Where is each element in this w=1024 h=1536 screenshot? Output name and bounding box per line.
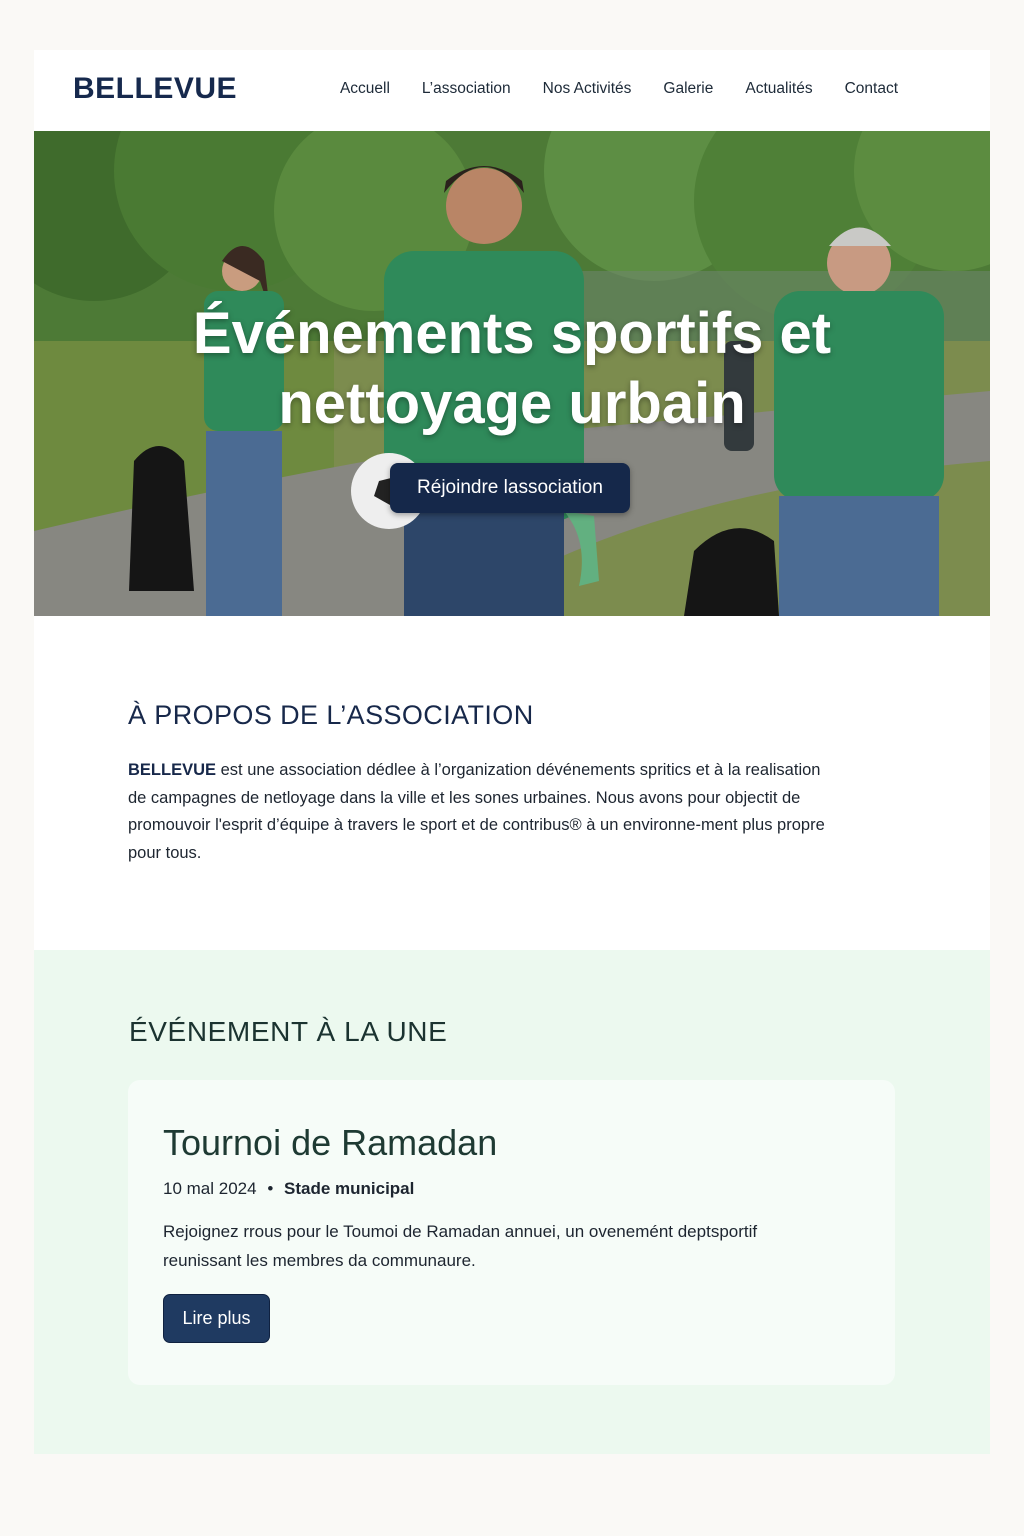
about-text: BELLEVUE est une association dédlee à l’…	[128, 757, 828, 867]
hero-banner: Événements sportifs et nettoyage urbain …	[34, 131, 990, 616]
nav-item-contact[interactable]: Contact	[845, 80, 898, 98]
hero-title: Événements sportifs et nettoyage urbain	[192, 301, 832, 436]
event-location: Stade municipal	[284, 1179, 415, 1198]
about-description: est une association dédlee à l’organizat…	[128, 761, 825, 862]
event-description: Rejoignez rrous pour le Toumoi de Ramada…	[163, 1222, 758, 1270]
nav-item-accueil[interactable]: Accuell	[340, 80, 390, 98]
page-container: BELLEVUE Accuell L’association Nos Activ…	[34, 50, 990, 1454]
event-meta: 10 mal 2024 • Stade municipal	[163, 1179, 414, 1199]
nav-item-activites[interactable]: Nos Activités	[543, 80, 632, 98]
join-association-button[interactable]: Réjoindre lassociation	[390, 463, 630, 513]
site-logo[interactable]: BELLEVUE	[73, 72, 237, 106]
event-date: 10 mal 2024	[163, 1179, 257, 1198]
about-section-title: À PROPOS DE L’ASSOCIATION	[128, 700, 534, 730]
read-more-button[interactable]: Lire plus	[163, 1294, 270, 1343]
site-header: BELLEVUE Accuell L’association Nos Activ…	[34, 50, 990, 131]
main-nav: Accuell L’association Nos Activités Gale…	[340, 80, 898, 98]
nav-item-actualites[interactable]: Actualités	[745, 80, 812, 98]
featured-event-section-title: ÉVÉNEMENT À LA UNE	[129, 1016, 448, 1047]
nav-item-galerie[interactable]: Galerie	[663, 80, 713, 98]
nav-item-association[interactable]: L’association	[422, 80, 511, 98]
featured-event-section: ÉVÉNEMENT À LA UNE Tournoi de Ramadan 10…	[34, 950, 990, 1454]
meta-separator: •	[267, 1179, 274, 1198]
event-card: Tournoi de Ramadan 10 mal 2024 • Stade m…	[128, 1080, 895, 1385]
about-brand-name: BELLEVUE	[128, 761, 217, 779]
event-title: Tournoi de Ramadan	[163, 1122, 498, 1163]
